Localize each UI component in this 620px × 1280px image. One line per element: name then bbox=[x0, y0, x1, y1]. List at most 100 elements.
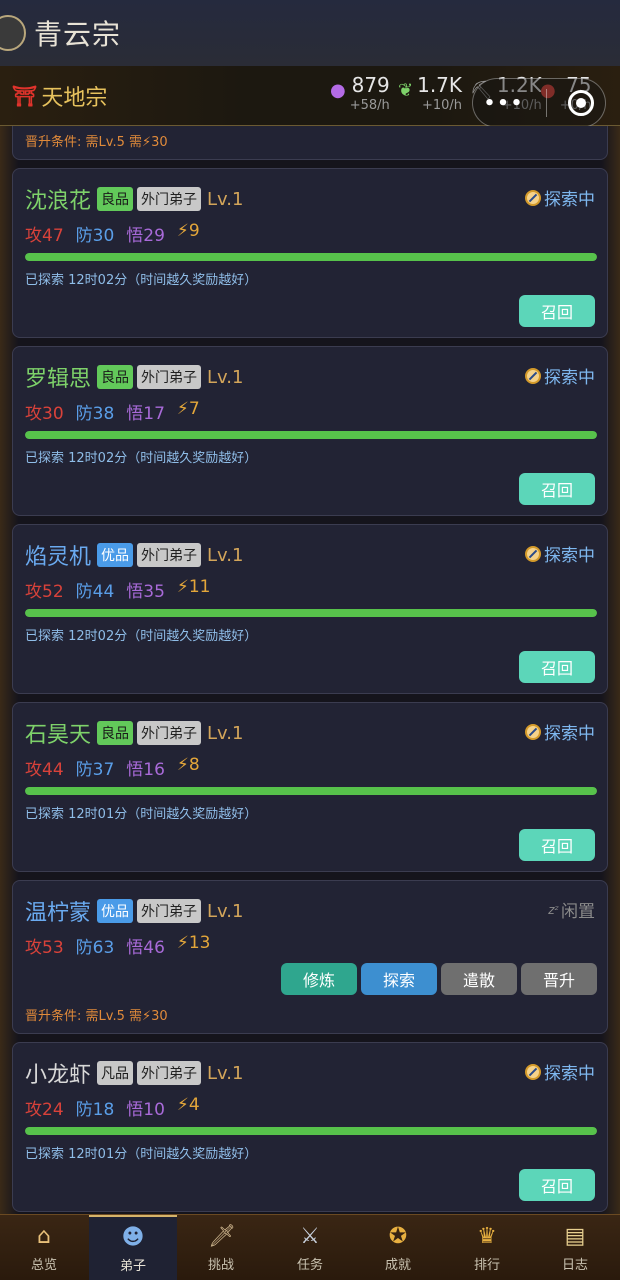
wisdom-stat: 悟10 bbox=[126, 1100, 165, 1120]
energy-stat: ⚡9 bbox=[176, 221, 200, 241]
nav-item-log[interactable]: ▤ 日志 bbox=[531, 1215, 619, 1280]
rank-badge: 外门弟子 bbox=[137, 1061, 202, 1085]
disciple-card: 小龙虾 凡品 外门弟子 Lv.1 探索中 攻24 防18 悟10 ⚡4 已探索 … bbox=[12, 1042, 608, 1212]
level-label: Lv.1 bbox=[207, 366, 244, 388]
disciple-card-partial: 晋升条件: 需Lv.5 需⚡30 bbox=[12, 126, 608, 160]
nav-item-achievements[interactable]: ✪ 成就 bbox=[354, 1215, 442, 1280]
sword-icon: 🗡 bbox=[208, 1223, 236, 1249]
rank-badge: 外门弟子 bbox=[137, 365, 202, 389]
explore-progress-bar bbox=[25, 253, 597, 261]
explore-progress-bar bbox=[25, 787, 597, 795]
explore-progress-bar bbox=[25, 1127, 597, 1135]
nav-item-challenge[interactable]: 🗡 挑战 bbox=[177, 1215, 265, 1280]
nav-label: 任务 bbox=[296, 1257, 323, 1273]
level-label: Lv.1 bbox=[207, 722, 244, 744]
attack-stat: 攻53 bbox=[25, 938, 64, 958]
energy-stat: ⚡8 bbox=[176, 755, 200, 775]
disciple-name: 温柠蒙 bbox=[25, 901, 92, 926]
disciple-card: 沈浪花 良品 外门弟子 Lv.1 探索中 攻47 防30 悟29 ⚡9 已探索 … bbox=[12, 168, 608, 338]
wisdom-stat: 悟29 bbox=[126, 226, 165, 246]
status-label: 探索中 bbox=[544, 724, 595, 744]
trophy-icon: ♛ bbox=[477, 1223, 497, 1249]
recall-button[interactable]: 召回 bbox=[519, 295, 595, 327]
explore-button[interactable]: 探索 bbox=[361, 963, 437, 995]
disciple-card: 温柠蒙 优品 外门弟子 Lv.1 zᶻ 闲置 攻53 防63 悟46 ⚡13 修… bbox=[12, 880, 608, 1034]
promotion-condition: 晋升条件: 需Lv.5 需⚡30 bbox=[25, 135, 168, 150]
status-label: 探索中 bbox=[544, 368, 595, 388]
promotion-condition: 晋升条件: 需Lv.5 需⚡30 bbox=[25, 1009, 168, 1024]
status-badge: 探索中 bbox=[525, 185, 595, 210]
level-label: Lv.1 bbox=[207, 1062, 244, 1084]
defense-stat: 防30 bbox=[75, 226, 115, 246]
disciple-name: 沈浪花 bbox=[25, 189, 92, 214]
disciple-list[interactable]: 晋升条件: 需Lv.5 需⚡30 沈浪花 良品 外门弟子 Lv.1 探索中 攻4… bbox=[0, 126, 620, 1214]
nav-item-ranking[interactable]: ♛ 排行 bbox=[443, 1215, 531, 1280]
resource-herb: ❦ 1.7K +10/h bbox=[398, 74, 462, 116]
recall-button[interactable]: 召回 bbox=[519, 473, 595, 505]
attack-stat: 攻47 bbox=[25, 226, 64, 246]
disciples-icon: ☻ bbox=[121, 1224, 145, 1250]
nav-label: 排行 bbox=[473, 1257, 500, 1273]
energy-stat: ⚡11 bbox=[176, 577, 211, 597]
attack-stat: 攻24 bbox=[25, 1100, 64, 1120]
more-menu-button[interactable]: ••• bbox=[484, 93, 525, 114]
wisdom-stat: 悟35 bbox=[126, 582, 165, 602]
explore-time: 已探索 12时01分（时间越久奖励越好） bbox=[25, 807, 258, 822]
defense-stat: 防44 bbox=[75, 582, 115, 602]
app-header: 青云宗 bbox=[0, 0, 620, 66]
attack-stat: 攻44 bbox=[25, 760, 64, 780]
explore-progress-bar bbox=[25, 431, 597, 439]
scroll-icon: ▤ bbox=[564, 1223, 586, 1249]
compass-icon bbox=[525, 545, 541, 562]
nav-item-overview[interactable]: ⌂ 总览 bbox=[0, 1215, 88, 1280]
quality-badge: 良品 bbox=[97, 721, 134, 745]
nav-item-tasks[interactable]: ⚔ 任务 bbox=[266, 1215, 354, 1280]
defense-stat: 防63 bbox=[75, 938, 115, 958]
progress-fill bbox=[25, 253, 597, 261]
nav-label: 弟子 bbox=[119, 1258, 146, 1274]
recall-button[interactable]: 召回 bbox=[519, 651, 595, 683]
home-icon: ⌂ bbox=[37, 1223, 51, 1249]
status-label: 探索中 bbox=[544, 1064, 595, 1084]
level-label: Lv.1 bbox=[207, 188, 244, 210]
sect-name: 天地宗 bbox=[41, 85, 108, 111]
promote-button[interactable]: 晋升 bbox=[521, 963, 597, 995]
wisdom-stat: 悟46 bbox=[126, 938, 165, 958]
disciple-card: 石昊天 良品 外门弟子 Lv.1 探索中 攻44 防37 悟16 ⚡8 已探索 … bbox=[12, 702, 608, 872]
resource-rate: +10/h bbox=[421, 98, 463, 113]
close-target-button[interactable] bbox=[568, 90, 595, 116]
attack-stat: 攻52 bbox=[25, 582, 64, 602]
resource-value: 1.7K bbox=[417, 73, 463, 97]
nav-item-disciples[interactable]: ☻ 弟子 bbox=[89, 1215, 177, 1280]
sect-badge[interactable]: ⛩ 天地宗 bbox=[12, 80, 107, 112]
recall-button[interactable]: 召回 bbox=[519, 829, 595, 861]
compass-icon bbox=[525, 367, 541, 384]
quality-badge: 良品 bbox=[97, 187, 134, 211]
rank-badge: 外门弟子 bbox=[137, 899, 202, 923]
resource-spirit: ● 879 +58/h bbox=[330, 74, 390, 116]
explore-time: 已探索 12时02分（时间越久奖励越好） bbox=[25, 273, 258, 288]
dismiss-button[interactable]: 遣散 bbox=[441, 963, 517, 995]
energy-stat: ⚡7 bbox=[176, 399, 200, 419]
page-title: 青云宗 bbox=[34, 18, 122, 51]
nav-label: 挑战 bbox=[207, 1257, 234, 1273]
level-label: Lv.1 bbox=[207, 900, 244, 922]
nav-label: 日志 bbox=[561, 1257, 588, 1273]
compass-icon bbox=[525, 1063, 541, 1080]
recall-button[interactable]: 召回 bbox=[519, 1169, 595, 1201]
explore-time: 已探索 12时01分（时间越久奖励越好） bbox=[25, 1147, 258, 1162]
progress-fill bbox=[25, 787, 597, 795]
progress-fill bbox=[25, 431, 597, 439]
nav-label: 成就 bbox=[384, 1257, 411, 1273]
disciple-card: 焰灵机 优品 外门弟子 Lv.1 探索中 攻52 防44 悟35 ⚡11 已探索… bbox=[12, 524, 608, 694]
compass-icon bbox=[525, 189, 541, 206]
explore-time: 已探索 12时02分（时间越久奖励越好） bbox=[25, 451, 258, 466]
capsule-divider bbox=[545, 89, 547, 117]
disciple-card: 罗辑思 良品 外门弟子 Lv.1 探索中 攻30 防38 悟17 ⚡7 已探索 … bbox=[12, 346, 608, 516]
sleep-icon: zᶻ bbox=[548, 902, 559, 917]
sect-gate-icon: ⛩ bbox=[12, 83, 38, 108]
spirit-orb-icon: ● bbox=[330, 80, 346, 101]
sect-logo bbox=[0, 15, 26, 51]
medal-icon: ✪ bbox=[388, 1223, 408, 1249]
cultivate-button[interactable]: 修炼 bbox=[281, 963, 357, 995]
